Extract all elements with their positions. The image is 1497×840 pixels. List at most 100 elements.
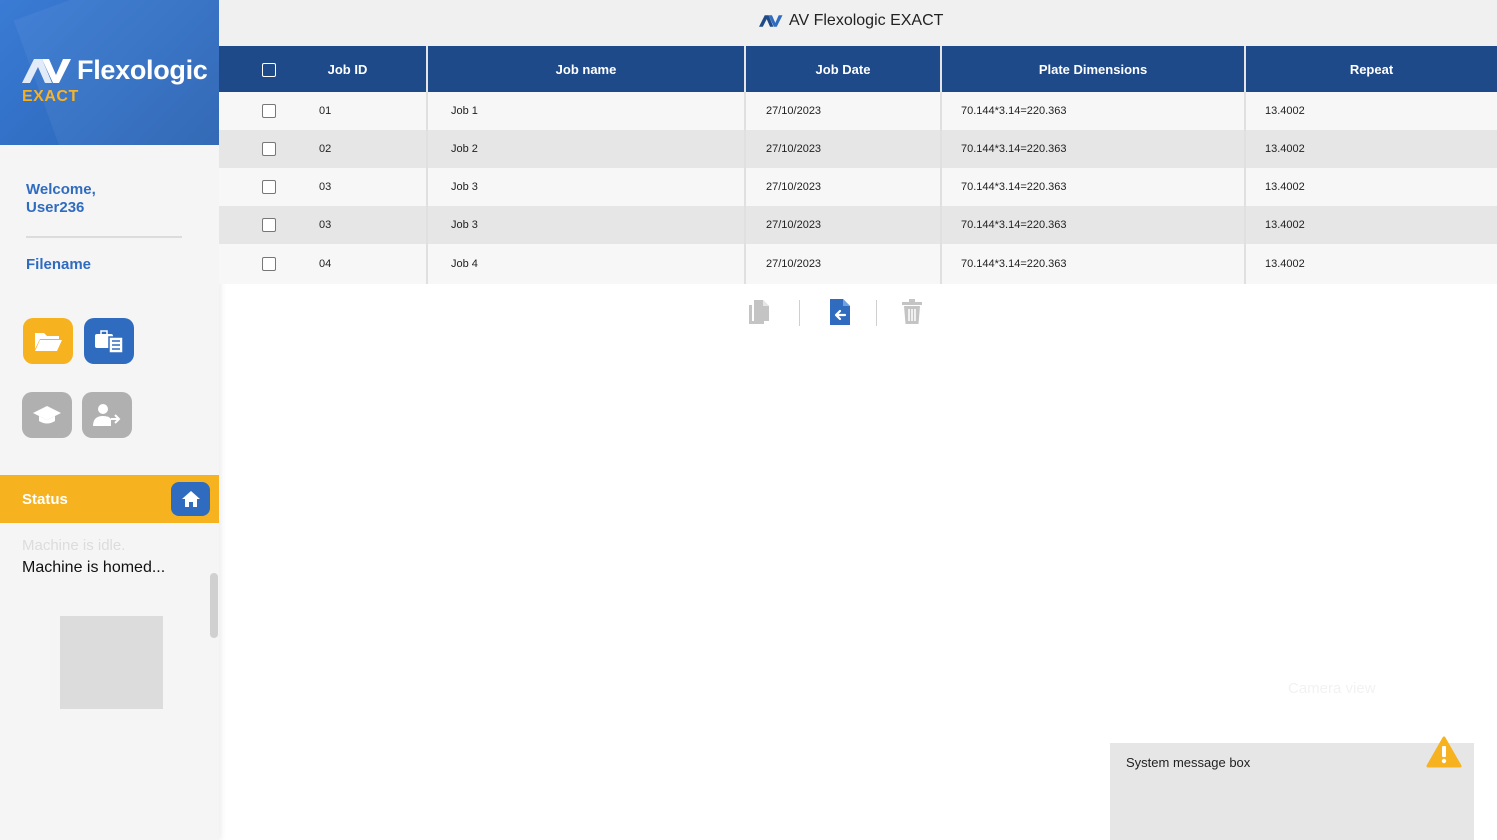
cell-text: 70.144*3.14=220.363	[961, 219, 1067, 231]
table-toolbar	[219, 296, 1497, 332]
sidebar: Flexologic EXACT Welcome, User236 Filena…	[0, 0, 219, 840]
status-label: Status	[22, 491, 68, 508]
table-row[interactable]: 03 Job 3 27/10/2023 70.144*3.14=220.363 …	[219, 206, 1497, 244]
select-all-checkbox[interactable]	[262, 63, 276, 77]
cell-text: 27/10/2023	[766, 219, 822, 231]
table-row[interactable]: 03 Job 3 27/10/2023 70.144*3.14=220.363 …	[219, 168, 1497, 206]
cell-text: 13.4002	[1265, 181, 1305, 193]
header-label: Job name	[555, 61, 617, 77]
status-message-previous: Machine is idle.	[22, 537, 126, 554]
cell-text: 70.144*3.14=220.363	[961, 258, 1067, 270]
row-checkbox[interactable]	[262, 142, 276, 156]
job-list-button[interactable]	[84, 318, 134, 364]
cell-job-date: 27/10/2023	[746, 168, 942, 206]
cell-job-date: 27/10/2023	[746, 206, 942, 244]
welcome-greeting: Welcome,	[26, 181, 96, 198]
header-job-date[interactable]: Job Date	[746, 46, 942, 92]
cell-text: 03	[319, 181, 332, 193]
folder-open-icon	[35, 333, 62, 351]
home-button[interactable]	[171, 482, 210, 516]
cell-repeat: 13.4002	[1246, 92, 1497, 130]
cell-text: 27/10/2023	[766, 143, 822, 155]
username: User236	[26, 199, 85, 216]
briefcase-list-icon	[95, 330, 124, 354]
cell-text: 70.144*3.14=220.363	[961, 143, 1067, 155]
filename-label: Filename	[26, 256, 92, 273]
graduation-cap-icon	[33, 406, 61, 424]
system-message-text: System message box	[1126, 755, 1251, 770]
sidebar-divider	[26, 236, 182, 238]
status-bar: Status	[0, 475, 219, 523]
copy-icon	[749, 300, 769, 324]
cell-text: 13.4002	[1265, 258, 1305, 270]
delete-button[interactable]	[900, 296, 924, 328]
app-title-text: AV Flexologic EXACT	[789, 12, 944, 29]
cell-job-name: Job 2	[428, 130, 746, 168]
header-label: Repeat	[1349, 61, 1394, 77]
cell-job-date: 27/10/2023	[746, 92, 942, 130]
cell-text: 02	[319, 143, 332, 155]
cell-job-id: 03	[219, 168, 428, 206]
cell-job-id: 02	[219, 130, 428, 168]
logo-text: Flexologic	[77, 55, 208, 85]
cell-text: Job 2	[451, 143, 478, 155]
header-job-id[interactable]: Job ID	[219, 46, 428, 92]
cell-text: 01	[319, 105, 332, 117]
cell-repeat: 13.4002	[1246, 168, 1497, 206]
cell-text: 13.4002	[1265, 105, 1305, 117]
toolbar-separator	[876, 300, 877, 326]
app-title: AV Flexologic EXACT	[759, 12, 943, 30]
cell-job-name: Job 3	[428, 206, 746, 244]
file-import-icon	[830, 299, 850, 325]
status-message-current: Machine is homed...	[22, 559, 166, 576]
row-checkbox[interactable]	[262, 180, 276, 194]
cell-plate-dimensions: 70.144*3.14=220.363	[942, 206, 1246, 244]
header-job-name[interactable]: Job name	[428, 46, 746, 92]
cell-text: 13.4002	[1265, 143, 1305, 155]
cell-text: Job 1	[451, 105, 478, 117]
cell-job-date: 27/10/2023	[746, 130, 942, 168]
cell-text: Job 3	[451, 181, 478, 193]
cell-text: 70.144*3.14=220.363	[961, 181, 1067, 193]
cell-text: 27/10/2023	[766, 258, 822, 270]
table-row[interactable]: 04 Job 4 27/10/2023 70.144*3.14=220.363 …	[219, 244, 1497, 284]
cell-plate-dimensions: 70.144*3.14=220.363	[942, 244, 1246, 284]
cell-plate-dimensions: 70.144*3.14=220.363	[942, 168, 1246, 206]
table-row[interactable]: 01 Job 1 27/10/2023 70.144*3.14=220.363 …	[219, 92, 1497, 130]
row-checkbox[interactable]	[262, 257, 276, 271]
cell-text: 04	[319, 258, 332, 270]
cell-job-name: Job 4	[428, 244, 746, 284]
system-message-box: System message box	[1110, 736, 1474, 840]
jobs-table: Job ID Job name Job Date Plate Dimension…	[219, 46, 1497, 284]
welcome-text: Welcome, User236	[26, 181, 96, 217]
cell-job-id: 04	[219, 244, 428, 284]
training-button[interactable]	[22, 392, 72, 438]
top-bar: AV Flexologic EXACT	[219, 0, 1497, 46]
av-logo-icon	[22, 58, 71, 83]
status-scrollbar[interactable]	[210, 573, 218, 638]
toolbar-separator	[799, 300, 800, 326]
header-plate-dimensions[interactable]: Plate Dimensions	[942, 46, 1246, 92]
open-folder-button[interactable]	[23, 318, 73, 364]
user-exit-icon	[93, 404, 121, 426]
row-checkbox[interactable]	[262, 104, 276, 118]
import-file-button[interactable]	[828, 296, 852, 328]
preview-placeholder	[60, 616, 163, 709]
cell-text: 70.144*3.14=220.363	[961, 105, 1067, 117]
copy-button[interactable]	[747, 296, 771, 328]
table-row[interactable]: 02 Job 2 27/10/2023 70.144*3.14=220.363 …	[219, 130, 1497, 168]
warning-icon	[1426, 736, 1462, 768]
cell-text: 27/10/2023	[766, 105, 822, 117]
cell-job-name: Job 3	[428, 168, 746, 206]
cell-repeat: 13.4002	[1246, 130, 1497, 168]
table-header: Job ID Job name Job Date Plate Dimension…	[219, 46, 1497, 92]
logout-user-button[interactable]	[82, 392, 132, 438]
cell-repeat: 13.4002	[1246, 206, 1497, 244]
header-repeat[interactable]: Repeat	[1246, 46, 1497, 92]
cell-job-id: 01	[219, 92, 428, 130]
trash-icon	[902, 299, 922, 324]
cell-plate-dimensions: 70.144*3.14=220.363	[942, 92, 1246, 130]
cell-text: 27/10/2023	[766, 181, 822, 193]
header-label: Job ID	[327, 61, 368, 77]
row-checkbox[interactable]	[262, 218, 276, 232]
